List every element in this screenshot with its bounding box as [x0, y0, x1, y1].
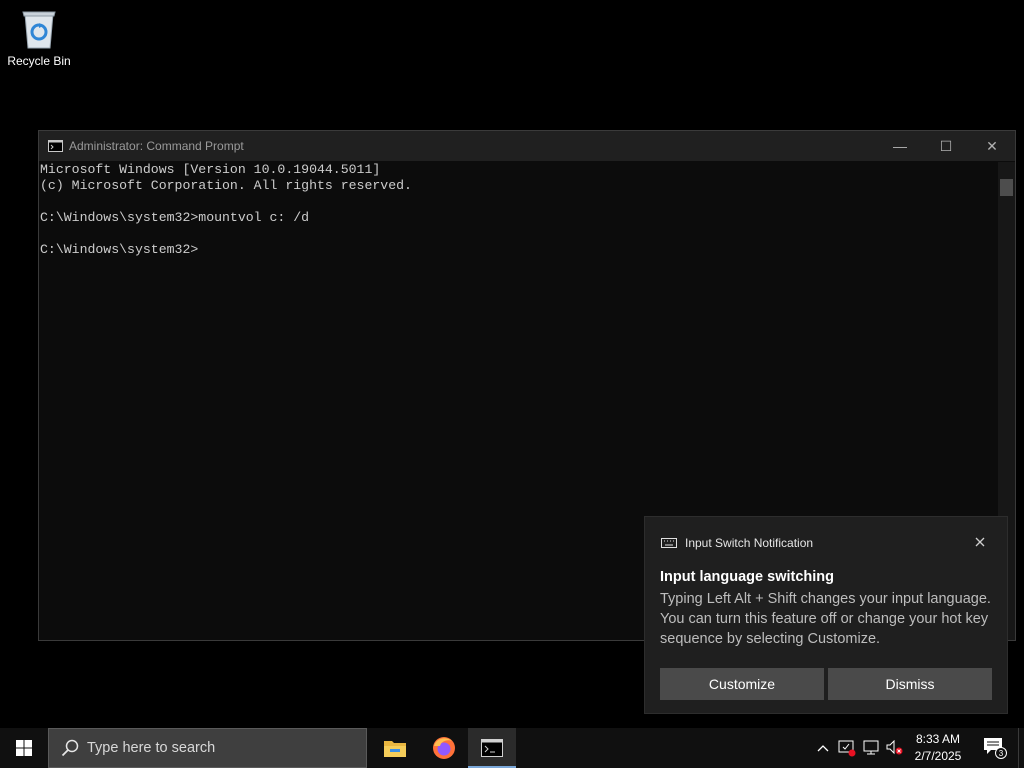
network-icon: [863, 740, 879, 755]
close-icon: ✕: [986, 137, 998, 154]
taskbar-command-prompt[interactable]: [468, 728, 516, 768]
taskbar-firefox[interactable]: [420, 728, 468, 768]
security-alert-icon: [838, 740, 856, 757]
show-desktop-button[interactable]: [1018, 728, 1024, 768]
console-line: Microsoft Windows [Version 10.0.19044.50…: [40, 162, 381, 177]
desktop: Recycle Bin Administrator: Command Promp…: [0, 0, 1024, 728]
notifications-icon: 3: [984, 738, 1007, 759]
recycle-bin-icon: [22, 11, 56, 49]
recycle-bin-label: Recycle Bin: [7, 54, 71, 68]
tray-security[interactable]: [836, 728, 858, 768]
maximize-button[interactable]: ☐: [923, 131, 969, 161]
search-icon: [61, 739, 79, 757]
search-placeholder: Type here to search: [87, 740, 216, 756]
show-hidden-icons-button[interactable]: [812, 728, 834, 768]
command-prompt-app-icon: [48, 140, 63, 152]
notification-toast[interactable]: Input Switch Notification Input language…: [644, 516, 1008, 714]
console-line: (c) Microsoft Corporation. All rights re…: [40, 178, 412, 193]
window-titlebar[interactable]: Administrator: Command Prompt — ☐ ✕: [39, 131, 1015, 161]
chevron-up-icon: [817, 745, 829, 752]
recycle-bin-shortcut[interactable]: Recycle Bin: [4, 6, 74, 68]
dismiss-button[interactable]: Dismiss: [828, 668, 992, 700]
system-clock[interactable]: 8:33 AM 2/7/2025: [906, 731, 970, 765]
action-center-button[interactable]: 3: [978, 728, 1012, 768]
file-explorer-icon: [384, 741, 406, 757]
minimize-button[interactable]: —: [877, 131, 923, 161]
notification-count: 3: [999, 749, 1004, 758]
close-button[interactable]: ✕: [969, 131, 1015, 161]
notification-close-icon[interactable]: [973, 535, 987, 549]
console-line: C:\Windows\system32>mountvol c: /d: [40, 210, 310, 225]
start-button[interactable]: [0, 728, 48, 768]
volume-muted-icon: [886, 740, 903, 755]
clock-date: 2/7/2025: [914, 749, 962, 763]
scrollbar-thumb[interactable]: [1000, 179, 1013, 196]
firefox-icon: [433, 737, 455, 759]
taskbar: Type here to search 8:33 AM 2/7/2025 3: [0, 728, 1024, 768]
window-title: Administrator: Command Prompt: [69, 139, 244, 153]
tray-network[interactable]: [861, 728, 883, 768]
keyboard-icon: [661, 538, 677, 548]
windows-logo-icon: [16, 740, 32, 756]
search-input[interactable]: Type here to search: [48, 728, 367, 768]
customize-button[interactable]: Customize: [660, 668, 824, 700]
notification-app-name: Input Switch Notification: [685, 536, 814, 550]
minimize-icon: —: [893, 138, 907, 154]
tray-volume[interactable]: [884, 728, 906, 768]
clock-time: 8:33 AM: [915, 732, 961, 746]
notification-body: Typing Left Alt + Shift changes your inp…: [660, 591, 991, 647]
maximize-icon: ☐: [939, 137, 953, 154]
console-prompt-line: C:\Windows\system32>: [40, 242, 199, 257]
command-prompt-icon: [481, 739, 503, 757]
notification-title: Input language switching: [660, 569, 834, 585]
taskbar-file-explorer[interactable]: [371, 728, 419, 768]
